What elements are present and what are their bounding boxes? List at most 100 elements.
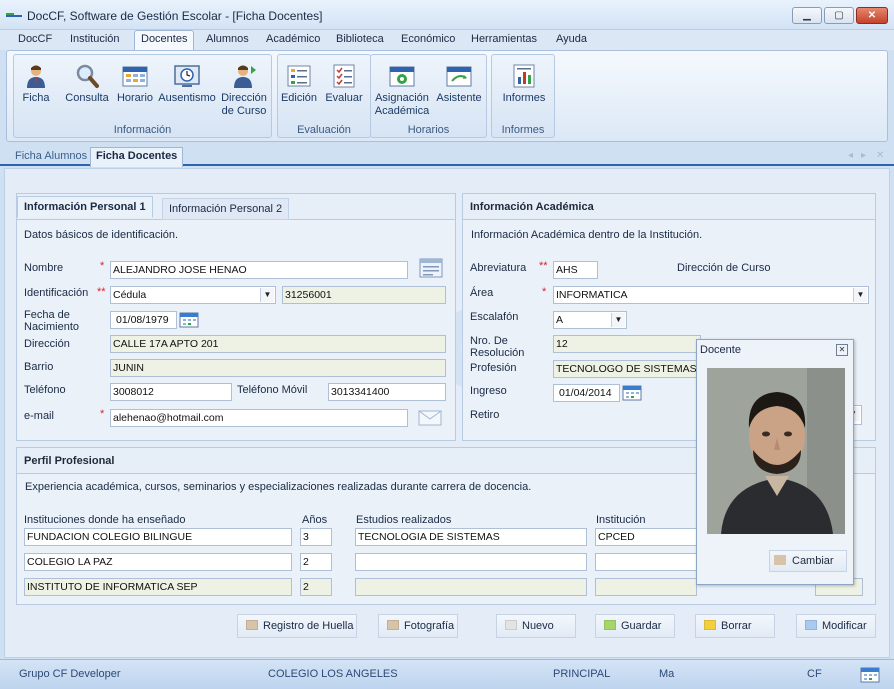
row2-anios[interactable]: 2	[300, 553, 332, 571]
row3-institucion[interactable]: INSTITUTO DE INFORMATICA SEP	[24, 578, 292, 596]
close-icon[interactable]: ✕	[836, 344, 848, 356]
tipo-identificacion-value: Cédula	[113, 289, 147, 301]
row2-institucion-estudio[interactable]	[595, 553, 697, 571]
minimize-button[interactable]: ▁	[792, 7, 822, 24]
evaluate-checklist-icon	[333, 64, 355, 88]
escalafon-value: A	[556, 314, 564, 326]
asistente-button[interactable]: Asistente	[435, 63, 483, 105]
identificacion-label: Identificación	[24, 287, 89, 299]
menu-doccf[interactable]: DocCF	[18, 33, 52, 45]
row1-institucion-estudio[interactable]: CPCED	[595, 528, 697, 546]
save-icon	[604, 620, 616, 630]
envelope-icon[interactable]	[418, 410, 442, 426]
area-select[interactable]: INFORMATICA ▼	[553, 286, 869, 304]
tipo-identificacion-select[interactable]: Cédula ▼	[110, 286, 276, 304]
fotografia-button[interactable]: Fotografía	[378, 614, 458, 638]
borrar-button[interactable]: Borrar	[695, 614, 775, 638]
telefono-movil-field[interactable]: 3013341400	[328, 383, 446, 401]
asignacion-academica-button[interactable]: Asignación Académica	[373, 63, 431, 118]
row3-institucion-estudio[interactable]	[595, 578, 697, 596]
abreviatura-field[interactable]: AHS	[553, 261, 598, 279]
status-user: CF	[807, 668, 822, 680]
email-label: e-mail	[24, 410, 54, 422]
registro-huella-label: Registro de Huella	[263, 620, 354, 632]
nombre-field[interactable]: ALEJANDRO JOSE HENAO	[110, 261, 408, 279]
row1-estudio[interactable]: TECNOLOGIA DE SISTEMAS	[355, 528, 587, 546]
menu-docentes[interactable]: Docentes	[134, 30, 195, 51]
status-school: COLEGIO LOS ANGELES	[268, 668, 398, 680]
edicion-button[interactable]: Edición	[280, 63, 318, 105]
consulta-button[interactable]: Consulta	[62, 63, 112, 105]
asistente-label: Asistente	[436, 92, 482, 104]
menu-institucion[interactable]: Institución	[70, 33, 120, 45]
course-director-icon	[234, 65, 256, 88]
row3-estudio[interactable]	[355, 578, 587, 596]
row2-estudio[interactable]	[355, 553, 587, 571]
cambiar-foto-button[interactable]: Cambiar	[769, 550, 847, 572]
menu-herramientas[interactable]: Herramientas	[471, 33, 537, 45]
fingerprint-icon	[246, 620, 258, 630]
fotografia-label: Fotografía	[404, 620, 455, 632]
profesion-field[interactable]: TECNOLOGO DE SISTEMAS Y	[553, 360, 701, 378]
tab-ficha-docentes[interactable]: Ficha Docentes	[90, 147, 184, 167]
informes-button[interactable]: Informes	[496, 63, 552, 105]
menu-economico[interactable]: Económico	[401, 33, 455, 45]
tab-informacion-personal-1[interactable]: Información Personal 1	[17, 196, 153, 218]
fecha-nacimiento-field[interactable]: 01/08/1979	[110, 311, 177, 329]
calendar-icon[interactable]	[622, 385, 642, 401]
required-marker: **	[97, 286, 106, 298]
id-card-icon[interactable]	[419, 258, 443, 278]
row3-anios[interactable]: 2	[300, 578, 332, 596]
tab-scroll-left-icon[interactable]: ◂	[848, 150, 853, 161]
horario-button[interactable]: Horario	[114, 63, 156, 105]
registro-huella-button[interactable]: Registro de Huella	[237, 614, 357, 638]
tab-ficha-alumnos[interactable]: Ficha Alumnos	[15, 150, 87, 162]
menu-ayuda[interactable]: Ayuda	[556, 33, 587, 45]
modificar-button[interactable]: Modificar	[796, 614, 876, 638]
escalafon-select[interactable]: A ▼	[553, 311, 627, 329]
teacher-icon	[27, 65, 45, 88]
tab-close-icon[interactable]: ✕	[876, 150, 884, 161]
calendar-icon[interactable]	[179, 312, 199, 328]
row2-institucion[interactable]: COLEGIO LA PAZ	[24, 553, 292, 571]
calendar-icon[interactable]	[860, 667, 880, 683]
consulta-label: Consulta	[65, 92, 109, 104]
email-field[interactable]: alehenao@hotmail.com	[110, 409, 408, 427]
row1-institucion[interactable]: FUNDACION COLEGIO BILINGUE	[24, 528, 292, 546]
schedule-icon	[122, 66, 148, 87]
photo-icon	[387, 620, 399, 630]
row1-anios[interactable]: 3	[300, 528, 332, 546]
resolucion-field[interactable]: 12	[553, 335, 701, 353]
menu-alumnos[interactable]: Alumnos	[206, 33, 249, 45]
asignacion-label-1: Asignación	[375, 92, 429, 104]
escalafon-label: Escalafón	[470, 311, 519, 323]
barrio-label: Barrio	[24, 361, 54, 373]
nuevo-button[interactable]: Nuevo	[496, 614, 576, 638]
tab-informacion-personal-2[interactable]: Información Personal 2	[162, 198, 290, 220]
close-button[interactable]: ✕	[856, 7, 888, 24]
maximize-button[interactable]: ▢	[824, 7, 854, 24]
ausentismo-button[interactable]: Ausentismo	[158, 63, 216, 105]
document-tabs: Ficha Alumnos Ficha Docentes ◂ ▸ ✕	[0, 146, 894, 167]
nombre-label: Nombre	[24, 262, 64, 274]
chevron-down-icon: ▼	[260, 288, 274, 302]
direccion-de-curso-button[interactable]: Dirección de Curso	[218, 63, 270, 118]
menu-academico[interactable]: Académico	[266, 33, 320, 45]
chevron-down-icon: ▼	[853, 288, 867, 302]
guardar-label: Guardar	[621, 620, 662, 632]
barrio-field[interactable]: JUNIN	[110, 359, 446, 377]
telefono-label: Teléfono	[24, 384, 66, 396]
direccion-de-curso-label-2: de Curso	[221, 105, 267, 117]
direccion-de-curso-label-1: Dirección	[221, 92, 267, 104]
menu-biblioteca[interactable]: Biblioteca	[336, 33, 384, 45]
ficha-button[interactable]: Ficha	[20, 63, 52, 105]
telefono-field[interactable]: 3008012	[110, 383, 232, 401]
wizard-icon	[446, 66, 472, 87]
guardar-button[interactable]: Guardar	[595, 614, 675, 638]
header-estudios: Estudios realizados	[356, 514, 452, 526]
tab-scroll-right-icon[interactable]: ▸	[861, 150, 866, 161]
direccion-field[interactable]: CALLE 17A APTO 201	[110, 335, 446, 353]
evaluar-button[interactable]: Evaluar	[322, 63, 366, 105]
ingreso-field[interactable]: 01/04/2014	[553, 384, 620, 402]
numero-identificacion-field[interactable]: 31256001	[282, 286, 446, 304]
